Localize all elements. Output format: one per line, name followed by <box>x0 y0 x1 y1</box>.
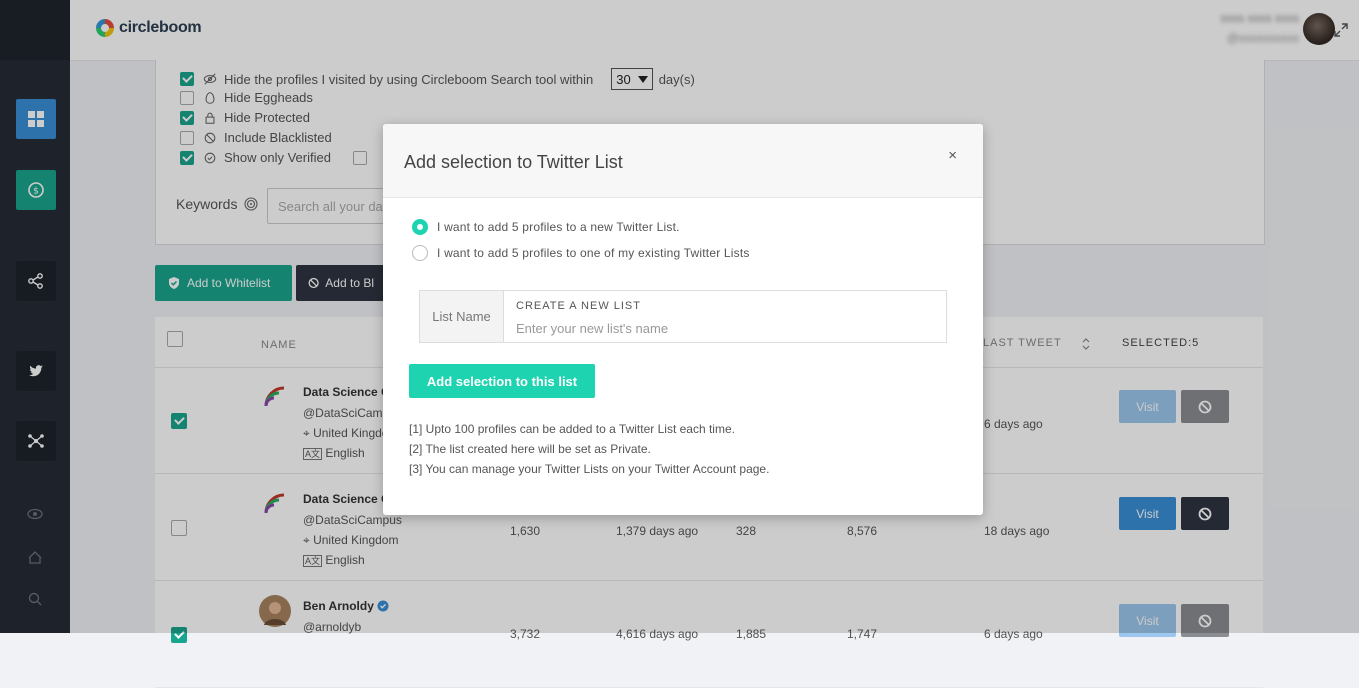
list-name-input[interactable]: Enter your new list's name <box>516 321 668 336</box>
note-3: [3] You can manage your Twitter Lists on… <box>409 462 770 476</box>
list-name-group: List Name CREATE A NEW LIST Enter your n… <box>419 290 947 343</box>
option-existing-list[interactable]: I want to add 5 profiles to one of my ex… <box>412 245 750 261</box>
add-to-list-modal: Add selection to Twitter List × I want t… <box>383 124 983 515</box>
option-new-list[interactable]: I want to add 5 profiles to a new Twitte… <box>412 219 680 235</box>
option-existing-list-radio[interactable] <box>412 245 428 261</box>
list-name-label: List Name <box>420 291 504 342</box>
option-existing-list-label: I want to add 5 profiles to one of my ex… <box>437 246 750 260</box>
note-2: [2] The list created here will be set as… <box>409 442 651 456</box>
option-new-list-label: I want to add 5 profiles to a new Twitte… <box>437 220 680 234</box>
create-new-list-label: CREATE A NEW LIST <box>516 300 641 312</box>
option-new-list-radio[interactable] <box>412 219 428 235</box>
add-selection-button[interactable]: Add selection to this list <box>409 364 595 398</box>
close-icon[interactable]: × <box>948 147 957 164</box>
modal-header: Add selection to Twitter List × <box>383 124 983 198</box>
note-1: [1] Upto 100 profiles can be added to a … <box>409 422 735 436</box>
modal-title: Add selection to Twitter List <box>404 152 623 172</box>
